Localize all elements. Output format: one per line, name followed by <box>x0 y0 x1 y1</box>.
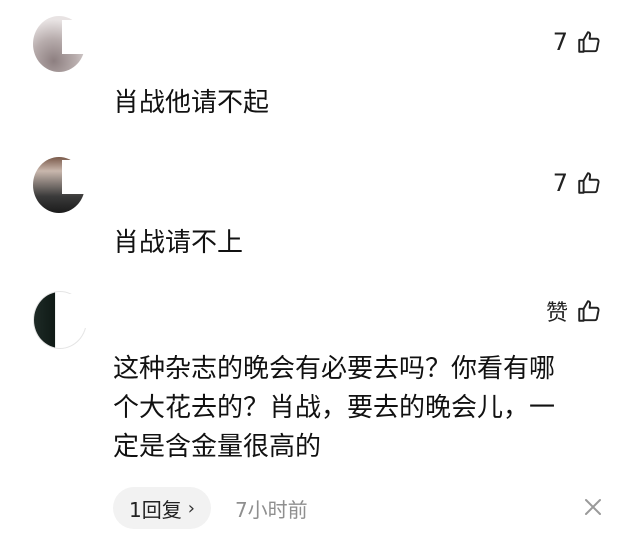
like-count: 7 <box>552 169 568 197</box>
comment-text-line: 个大花去的？肖战，要去的晚会儿，一 <box>113 393 556 423</box>
comment-item: 7 肖战请不上 <box>0 140 640 280</box>
thumbs-up-icon <box>578 31 600 53</box>
like-count: 7 <box>552 28 568 56</box>
close-icon[interactable] <box>583 497 603 517</box>
comment-item: 7 肖战他请不起 <box>0 0 640 140</box>
chevron-right-icon: › <box>187 497 195 519</box>
comment-text: 肖战请不上 <box>113 228 244 258</box>
thumbs-up-icon <box>578 172 600 194</box>
comment-text: 这种杂志的晚会有必要去吗？你看有哪 个大花去的？肖战，要去的晚会儿，一 定是含金… <box>113 350 613 467</box>
reply-bar: 1回复 › 7小时前 <box>113 487 308 529</box>
thumbs-up-icon <box>578 300 600 322</box>
like-button[interactable]: 7 <box>553 28 602 56</box>
comment-text-line: 定是含金量很高的 <box>113 432 322 462</box>
like-label: 赞 <box>545 301 568 326</box>
username-hidden <box>62 294 122 328</box>
comment-timestamp: 7小时前 <box>234 497 308 522</box>
username-hidden <box>62 160 122 194</box>
comment-text-line: 这种杂志的晚会有必要去吗？你看有哪 <box>113 354 556 384</box>
like-button[interactable]: 赞 <box>546 295 602 327</box>
comment-text: 肖战他请不起 <box>113 88 270 118</box>
comment-item: 赞 这种杂志的晚会有必要去吗？你看有哪 个大花去的？肖战，要去的晚会儿，一 定是… <box>0 280 640 547</box>
username-hidden <box>62 20 122 54</box>
like-button[interactable]: 7 <box>553 169 602 197</box>
reply-count-label: 1回复 <box>129 497 182 522</box>
view-replies-button[interactable]: 1回复 › <box>113 487 211 529</box>
